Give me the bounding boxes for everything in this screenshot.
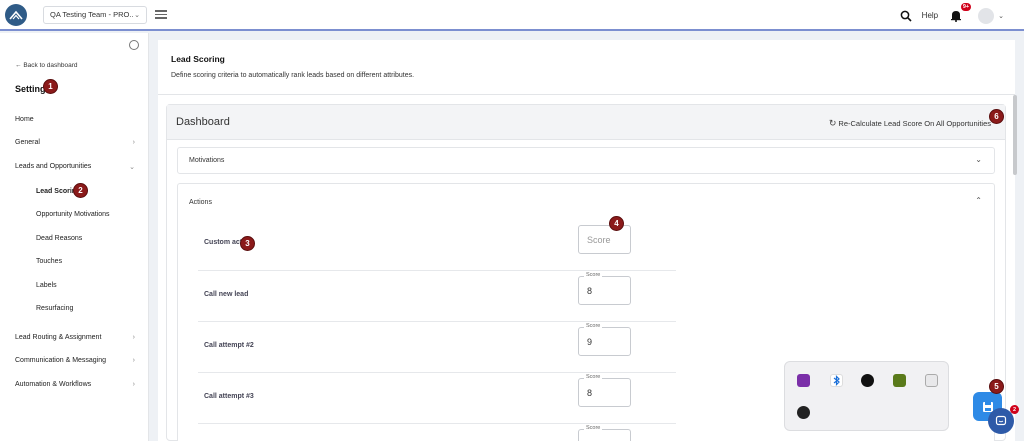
score-legend: Score — [584, 272, 603, 278]
recalculate-button[interactable]: ↻ Re-Calculate Lead Score On All Opportu… — [829, 118, 991, 129]
row-divider — [198, 423, 676, 424]
avatar[interactable] — [978, 7, 995, 24]
chevron-right-icon: › — [132, 334, 135, 341]
action-label: Call attempt #3 — [204, 393, 254, 400]
notifications-button[interactable]: 9+ — [950, 2, 972, 23]
actions-label[interactable]: Actions — [189, 199, 212, 206]
arrow-left-icon: ← — [15, 62, 22, 69]
sidebar-subitem-resurfacing[interactable]: Resurfacing — [36, 305, 73, 312]
app-logo-icon[interactable] — [5, 3, 27, 26]
sidebar-item-label: Home — [15, 116, 34, 123]
annotation-marker: 4 — [609, 216, 624, 231]
sidebar-item-leads-and-opportunities[interactable]: Leads and Opportunities ⌄ — [15, 163, 135, 171]
refresh-icon: ↻ — [828, 118, 837, 128]
app-tray — [784, 361, 949, 431]
chat-badge: 2 — [1010, 405, 1019, 414]
annotation-marker: 1 — [43, 79, 58, 94]
chevron-down-icon: ⌄ — [129, 164, 135, 171]
row-divider — [198, 270, 676, 271]
score-value: 9 — [587, 337, 593, 347]
menu-icon[interactable] — [155, 8, 167, 21]
app-tray-icon[interactable] — [797, 406, 810, 419]
score-value: 8 — [587, 286, 593, 296]
page-header: Lead Scoring Define scoring criteria to … — [158, 40, 1015, 95]
action-label: Call new lead — [204, 291, 249, 298]
chevron-right-icon: › — [132, 139, 135, 146]
sidebar-item-general[interactable]: General › — [15, 139, 135, 146]
chevron-right-icon: › — [132, 357, 135, 364]
sidebar-item-lead-routing[interactable]: Lead Routing & Assignment › — [15, 334, 135, 341]
sidebar-subitem-touches[interactable]: Touches — [36, 258, 62, 265]
nvidia-icon[interactable] — [893, 374, 906, 387]
score-input[interactable]: Score 8 — [578, 272, 631, 305]
notification-badge: 9+ — [960, 2, 972, 11]
score-input[interactable]: Score 9 — [578, 323, 631, 356]
grammarly-icon[interactable] — [861, 374, 874, 387]
motivations-accordion[interactable]: Motivations ⌄ — [177, 147, 995, 174]
bluetooth-icon[interactable] — [830, 374, 843, 387]
sidebar-item-automation[interactable]: Automation & Workflows › — [15, 381, 135, 388]
sidebar-item-label: General — [15, 139, 40, 146]
dashboard-header: Dashboard ↻ Re-Calculate Lead Score On A… — [167, 105, 1005, 140]
settings-toggle-icon[interactable] — [129, 40, 139, 50]
score-input[interactable]: Score — [578, 225, 631, 254]
help-link[interactable]: Help — [922, 11, 938, 20]
score-legend: Score — [584, 374, 603, 380]
chevron-down-icon: ⌄ — [134, 11, 140, 19]
annotation-marker: 2 — [73, 183, 88, 198]
sidebar-item-label: Leads and Opportunities — [15, 163, 92, 170]
score-legend: Score — [584, 425, 603, 431]
team-select[interactable]: QA Testing Team - PRO... ⌄ — [43, 5, 147, 24]
sidebar-item-home[interactable]: Home — [15, 116, 135, 123]
bell-icon — [951, 10, 962, 22]
sidebar-subitem-opportunity-motivations[interactable]: Opportunity Motivations — [36, 211, 110, 218]
score-input[interactable]: Score — [578, 425, 631, 441]
annotation-marker: 3 — [240, 236, 255, 251]
chat-icon — [995, 415, 1007, 426]
sidebar-item-label: Communication & Messaging — [15, 357, 107, 364]
motivations-label: Motivations — [189, 157, 225, 164]
score-legend: Score — [584, 323, 603, 329]
sidebar-item-communication[interactable]: Communication & Messaging › — [15, 357, 135, 364]
row-divider — [198, 372, 676, 373]
score-value: 8 — [587, 388, 593, 398]
page-title: Lead Scoring — [171, 54, 225, 64]
search-icon[interactable] — [900, 10, 912, 22]
back-label: Back to dashboard — [23, 62, 78, 69]
team-select-label: QA Testing Team - PRO... — [50, 10, 135, 19]
annotation-marker: 6 — [989, 109, 1004, 124]
chevron-up-icon[interactable]: ⌃ — [975, 196, 982, 205]
recalculate-label: Re-Calculate Lead Score On All Opportuni… — [838, 119, 991, 128]
sidebar-item-label: Automation & Workflows — [15, 381, 92, 388]
scrollbar[interactable] — [1013, 95, 1017, 175]
annotation-marker: 5 — [989, 379, 1004, 394]
page-description: Define scoring criteria to automatically… — [171, 72, 415, 79]
row-divider — [198, 321, 676, 322]
onenote-icon[interactable] — [797, 374, 810, 387]
chevron-down-icon: ⌄ — [975, 155, 982, 164]
back-to-dashboard-link[interactable]: ← Back to dashboard — [15, 62, 78, 69]
dashboard-title: Dashboard — [176, 116, 230, 128]
chevron-right-icon: › — [132, 381, 135, 388]
chevron-down-icon[interactable]: ⌄ — [998, 12, 1004, 20]
network-icon[interactable] — [925, 374, 938, 387]
score-input[interactable]: Score 8 — [578, 374, 631, 407]
sidebar-subitem-dead-reasons[interactable]: Dead Reasons — [36, 235, 82, 242]
sidebar: ← Back to dashboard Settings Home Genera… — [0, 33, 149, 441]
sidebar-subitem-labels[interactable]: Labels — [36, 282, 57, 289]
action-label: Call attempt #2 — [204, 342, 254, 349]
top-bar: QA Testing Team - PRO... ⌄ Help 9+ ⌄ — [0, 0, 1024, 31]
sidebar-item-label: Lead Routing & Assignment — [15, 334, 102, 341]
score-placeholder: Score — [587, 235, 611, 245]
